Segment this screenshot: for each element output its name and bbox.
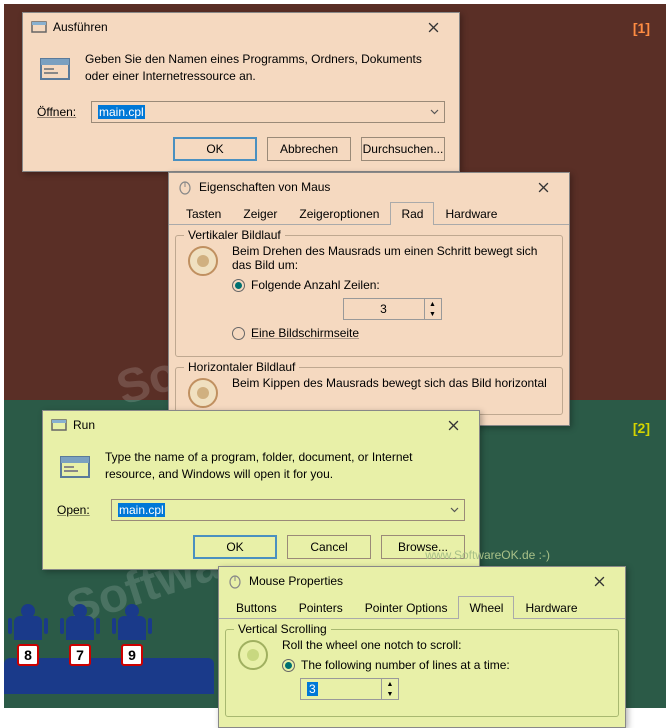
run-dialog-en: Run Type the name of a program, folder, …	[42, 410, 480, 570]
chevron-down-icon[interactable]	[444, 500, 464, 520]
judge-figure: 8	[6, 604, 50, 666]
spinner-down[interactable]: ▼	[425, 309, 441, 319]
spinner-up[interactable]: ▲	[425, 299, 441, 309]
run-large-icon	[37, 51, 73, 87]
radio-icon	[232, 279, 245, 292]
mouse-icon	[177, 179, 193, 195]
tab-hardware[interactable]: Hardware	[434, 202, 508, 225]
mouse-properties-de: Eigenschaften von Maus Tasten Zeiger Zei…	[168, 172, 570, 426]
tab-buttons[interactable]: Tasten	[175, 202, 232, 225]
radio-icon	[232, 327, 245, 340]
vertical-scroll-group: Vertikaler Bildlauf	[184, 228, 285, 242]
lines-spinner[interactable]: 3 ▲ ▼	[300, 678, 399, 700]
dialog-title: Eigenschaften von Maus	[199, 180, 525, 194]
vertical-scroll-text: Roll the wheel one notch to scroll:	[282, 638, 608, 652]
run-large-icon	[57, 449, 93, 485]
close-button[interactable]	[525, 175, 561, 199]
wheel-icon	[186, 244, 220, 278]
mouse-icon	[227, 573, 243, 589]
run-description: Type the name of a program, folder, docu…	[105, 449, 465, 485]
judge-figure: 7	[58, 604, 102, 666]
radio-lines[interactable]: Folgende Anzahl Zeilen:	[232, 278, 552, 292]
vertical-scroll-group: Vertical Scrolling	[234, 622, 331, 636]
url-text: www.SoftwareOK.de :-)	[425, 548, 550, 562]
run-description: Geben Sie den Namen eines Programms, Ord…	[85, 51, 445, 87]
run-icon	[31, 19, 47, 35]
tab-pointer-options[interactable]: Pointer Options	[354, 596, 459, 619]
radio-screen[interactable]: Eine Bildschirmseite	[232, 326, 552, 340]
judge-figure: 9	[110, 604, 154, 666]
ok-button[interactable]: OK	[193, 535, 277, 559]
wheel-icon	[186, 376, 220, 410]
radio-icon	[282, 659, 295, 672]
wheel-icon	[236, 638, 270, 672]
radio-lines[interactable]: The following number of lines at a time:	[282, 658, 608, 672]
dialog-title: Ausführen	[53, 20, 415, 34]
horizontal-scroll-text: Beim Kippen des Mausrads bewegt sich das…	[232, 376, 552, 410]
run-dialog-de: Ausführen Geben Sie den Namen eines Prog…	[22, 12, 460, 172]
marker-2: [2]	[633, 420, 650, 436]
tab-hardware[interactable]: Hardware	[514, 596, 588, 619]
browse-button[interactable]: Durchsuchen...	[361, 137, 445, 161]
lines-spinner[interactable]: 3 ▲ ▼	[343, 298, 442, 320]
vertical-scroll-text: Beim Drehen des Mausrads um einen Schrit…	[232, 244, 552, 272]
chevron-down-icon[interactable]	[424, 102, 444, 122]
close-button[interactable]	[415, 15, 451, 39]
open-label: Open:	[57, 503, 101, 517]
tab-wheel[interactable]: Wheel	[458, 596, 514, 619]
tab-pointers[interactable]: Pointers	[288, 596, 354, 619]
judges: 8 7 9	[6, 604, 154, 666]
dialog-title: Mouse Properties	[249, 574, 581, 588]
run-icon	[51, 417, 67, 433]
ok-button[interactable]: OK	[173, 137, 257, 161]
tab-pointers[interactable]: Zeiger	[232, 202, 288, 225]
cancel-button[interactable]: Abbrechen	[267, 137, 351, 161]
dialog-title: Run	[73, 418, 435, 432]
open-combobox[interactable]: main.cpl	[111, 499, 465, 521]
cancel-button[interactable]: Cancel	[287, 535, 371, 559]
tab-pointer-options[interactable]: Zeigeroptionen	[288, 202, 390, 225]
horizontal-scroll-group: Horizontaler Bildlauf	[184, 360, 299, 374]
open-combobox[interactable]: main.cpl	[91, 101, 445, 123]
spinner-down[interactable]: ▼	[382, 689, 398, 699]
open-label: Öffnen:	[37, 105, 81, 119]
close-button[interactable]	[435, 413, 471, 437]
close-button[interactable]	[581, 569, 617, 593]
tab-wheel[interactable]: Rad	[390, 202, 434, 225]
marker-1: [1]	[633, 20, 650, 36]
mouse-properties-en: Mouse Properties Buttons Pointers Pointe…	[218, 566, 626, 728]
spinner-up[interactable]: ▲	[382, 679, 398, 689]
tab-buttons[interactable]: Buttons	[225, 596, 288, 619]
